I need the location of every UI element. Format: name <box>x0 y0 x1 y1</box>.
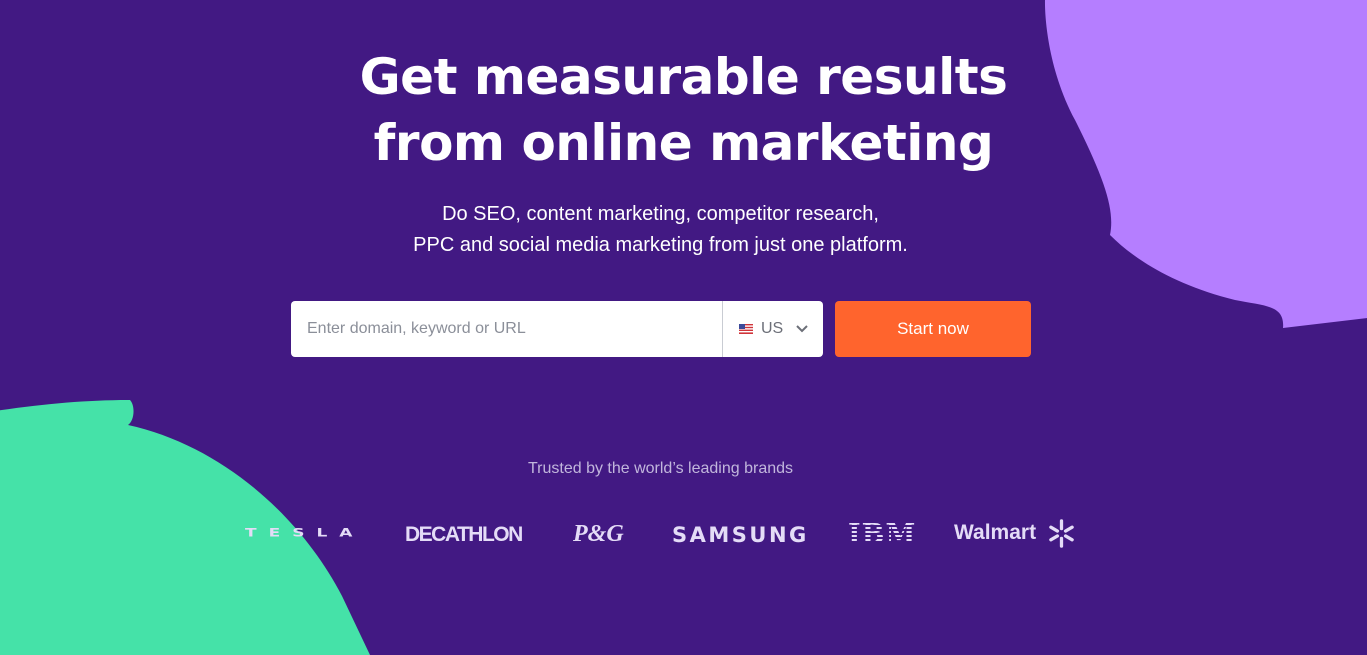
trusted-brands-heading: Trusted by the world’s leading brands <box>527 460 794 477</box>
pg-logo: P&G <box>573 521 624 547</box>
ibm-logo: IBM <box>848 519 917 550</box>
headline-line-2: from online marketing <box>373 114 994 172</box>
decathlon-logo: DECATHLON <box>405 523 523 546</box>
chevron-down-icon <box>796 325 808 333</box>
subtitle-line-1: Do SEO, content marketing, competitor re… <box>442 203 879 225</box>
walmart-logo: Walmart <box>954 521 1037 544</box>
hero-subtitle: Do SEO, content marketing, competitor re… <box>0 199 1321 261</box>
subtitle-line-2: PPC and social media marketing from just… <box>413 234 908 256</box>
samsung-logo: SAMSUNG <box>672 523 809 547</box>
domain-search-form: US Start now <box>291 301 1031 357</box>
domain-search-input[interactable] <box>291 301 721 357</box>
headline-line-1: Get measurable results <box>359 48 1008 106</box>
hero-headline: Get measurable results from online marke… <box>0 44 1367 176</box>
tesla-logo: TESLA <box>245 526 365 540</box>
country-code: US <box>761 320 784 337</box>
search-box: US <box>291 301 823 357</box>
walmart-spark-icon <box>1049 519 1074 548</box>
country-select[interactable]: US <box>723 301 823 357</box>
start-now-button[interactable]: Start now <box>835 301 1031 357</box>
brand-logos: TESLA DECATHLON P&G SAMSUNG IBM Walmart <box>0 515 1367 555</box>
us-flag-icon <box>739 324 753 334</box>
